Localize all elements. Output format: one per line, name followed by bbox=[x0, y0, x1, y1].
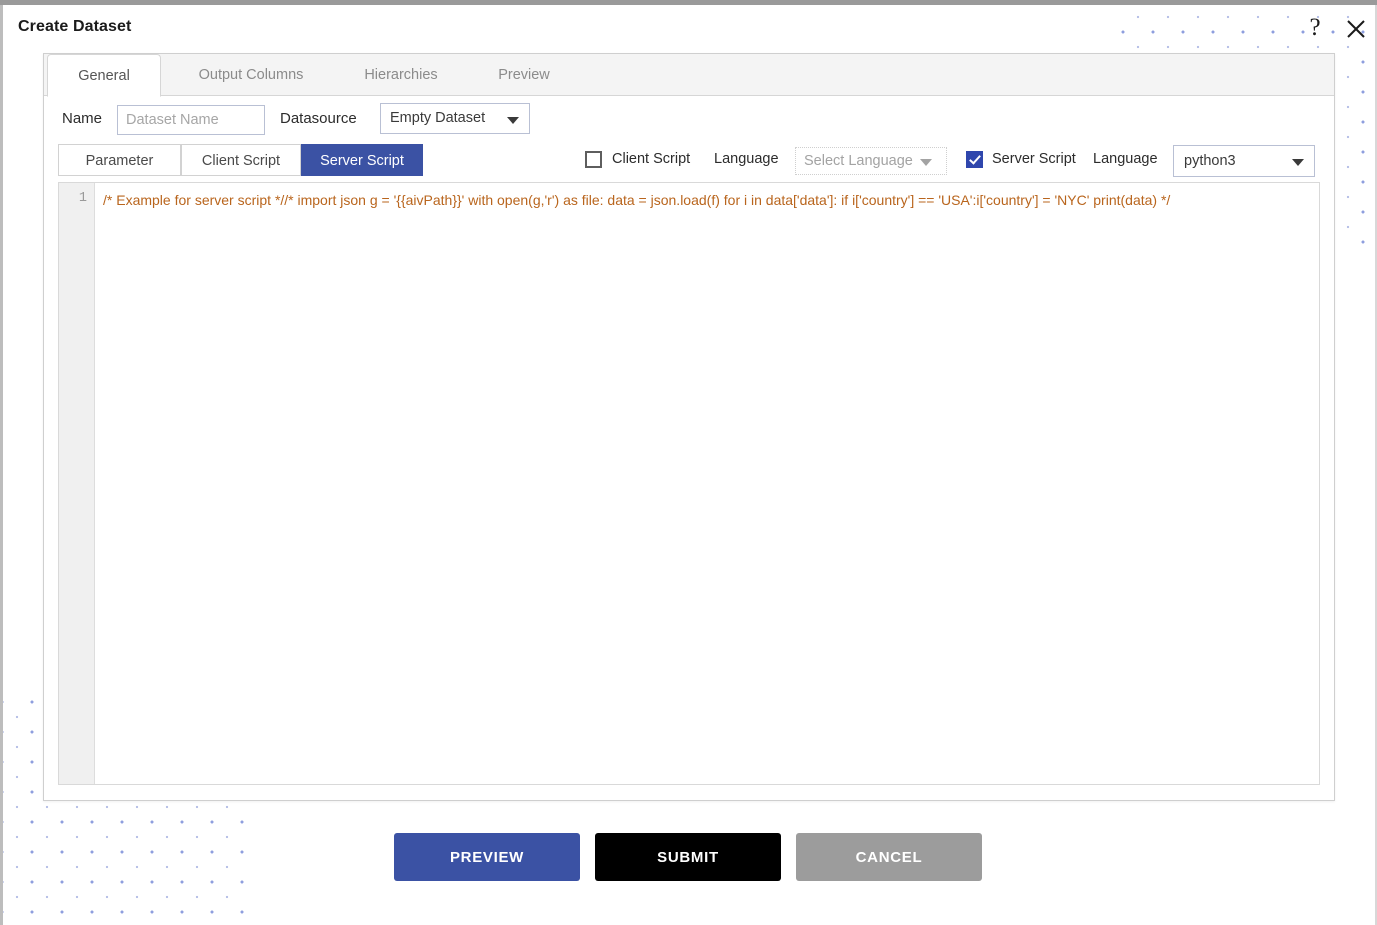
subtab-parameter[interactable]: Parameter bbox=[58, 144, 181, 176]
main-tab-bar: General Output Columns Hierarchies Previ… bbox=[44, 54, 1334, 97]
datasource-label: Datasource bbox=[280, 110, 357, 127]
dialog-footer: PREVIEW SUBMIT CANCEL bbox=[3, 833, 1375, 895]
datasource-select[interactable]: Empty Dataset bbox=[380, 103, 530, 134]
server-language-select-value: python3 bbox=[1184, 153, 1236, 169]
server-language-label: Language bbox=[1093, 151, 1158, 167]
script-toolbar: Parameter Client Script Server Script Cl… bbox=[44, 144, 1334, 179]
server-script-label: Server Script bbox=[992, 151, 1076, 167]
tab-preview[interactable]: Preview bbox=[474, 54, 574, 96]
tab-hierarchies[interactable]: Hierarchies bbox=[341, 54, 461, 96]
editor-code-line[interactable]: /* Example for server script *//* import… bbox=[103, 190, 1317, 210]
submit-button[interactable]: SUBMIT bbox=[595, 833, 781, 881]
chevron-down-icon-disabled bbox=[920, 159, 932, 166]
client-language-select[interactable]: Select Language bbox=[795, 147, 947, 175]
app-root: Create Dataset ? General Output Columns … bbox=[0, 0, 1377, 925]
editor-line-number: 1 bbox=[78, 191, 87, 206]
help-icon[interactable]: ? bbox=[1302, 13, 1328, 43]
server-script-checkbox[interactable] bbox=[966, 151, 983, 168]
chevron-down-icon bbox=[507, 116, 519, 124]
chevron-down-icon bbox=[1292, 159, 1304, 166]
subtab-client-script[interactable]: Client Script bbox=[181, 144, 301, 176]
create-dataset-dialog: Create Dataset ? General Output Columns … bbox=[3, 5, 1375, 923]
editor-gutter: 1 bbox=[59, 183, 95, 784]
client-language-select-value: Select Language bbox=[804, 153, 913, 169]
client-language-label: Language bbox=[714, 151, 779, 167]
subtab-server-script[interactable]: Server Script bbox=[301, 144, 423, 176]
dialog-content-card: General Output Columns Hierarchies Previ… bbox=[43, 53, 1335, 801]
dataset-name-input[interactable] bbox=[117, 105, 265, 135]
client-script-label: Client Script bbox=[612, 151, 691, 167]
tab-general[interactable]: General bbox=[47, 54, 161, 97]
name-label: Name bbox=[62, 110, 103, 127]
general-name-row: Name Datasource Empty Dataset bbox=[44, 97, 1334, 145]
close-icon[interactable] bbox=[1341, 12, 1371, 44]
editor-text-area[interactable]: /* Example for server script *//* import… bbox=[96, 183, 1319, 784]
tab-output-columns[interactable]: Output Columns bbox=[176, 54, 326, 96]
preview-button[interactable]: PREVIEW bbox=[394, 833, 580, 881]
server-language-select[interactable]: python3 bbox=[1173, 145, 1315, 177]
client-script-checkbox[interactable] bbox=[585, 151, 602, 168]
cancel-button[interactable]: CANCEL bbox=[796, 833, 982, 881]
datasource-select-value: Empty Dataset bbox=[390, 110, 486, 126]
dialog-title: Create Dataset bbox=[18, 18, 132, 35]
code-editor[interactable]: 1 /* Example for server script *//* impo… bbox=[58, 182, 1320, 785]
